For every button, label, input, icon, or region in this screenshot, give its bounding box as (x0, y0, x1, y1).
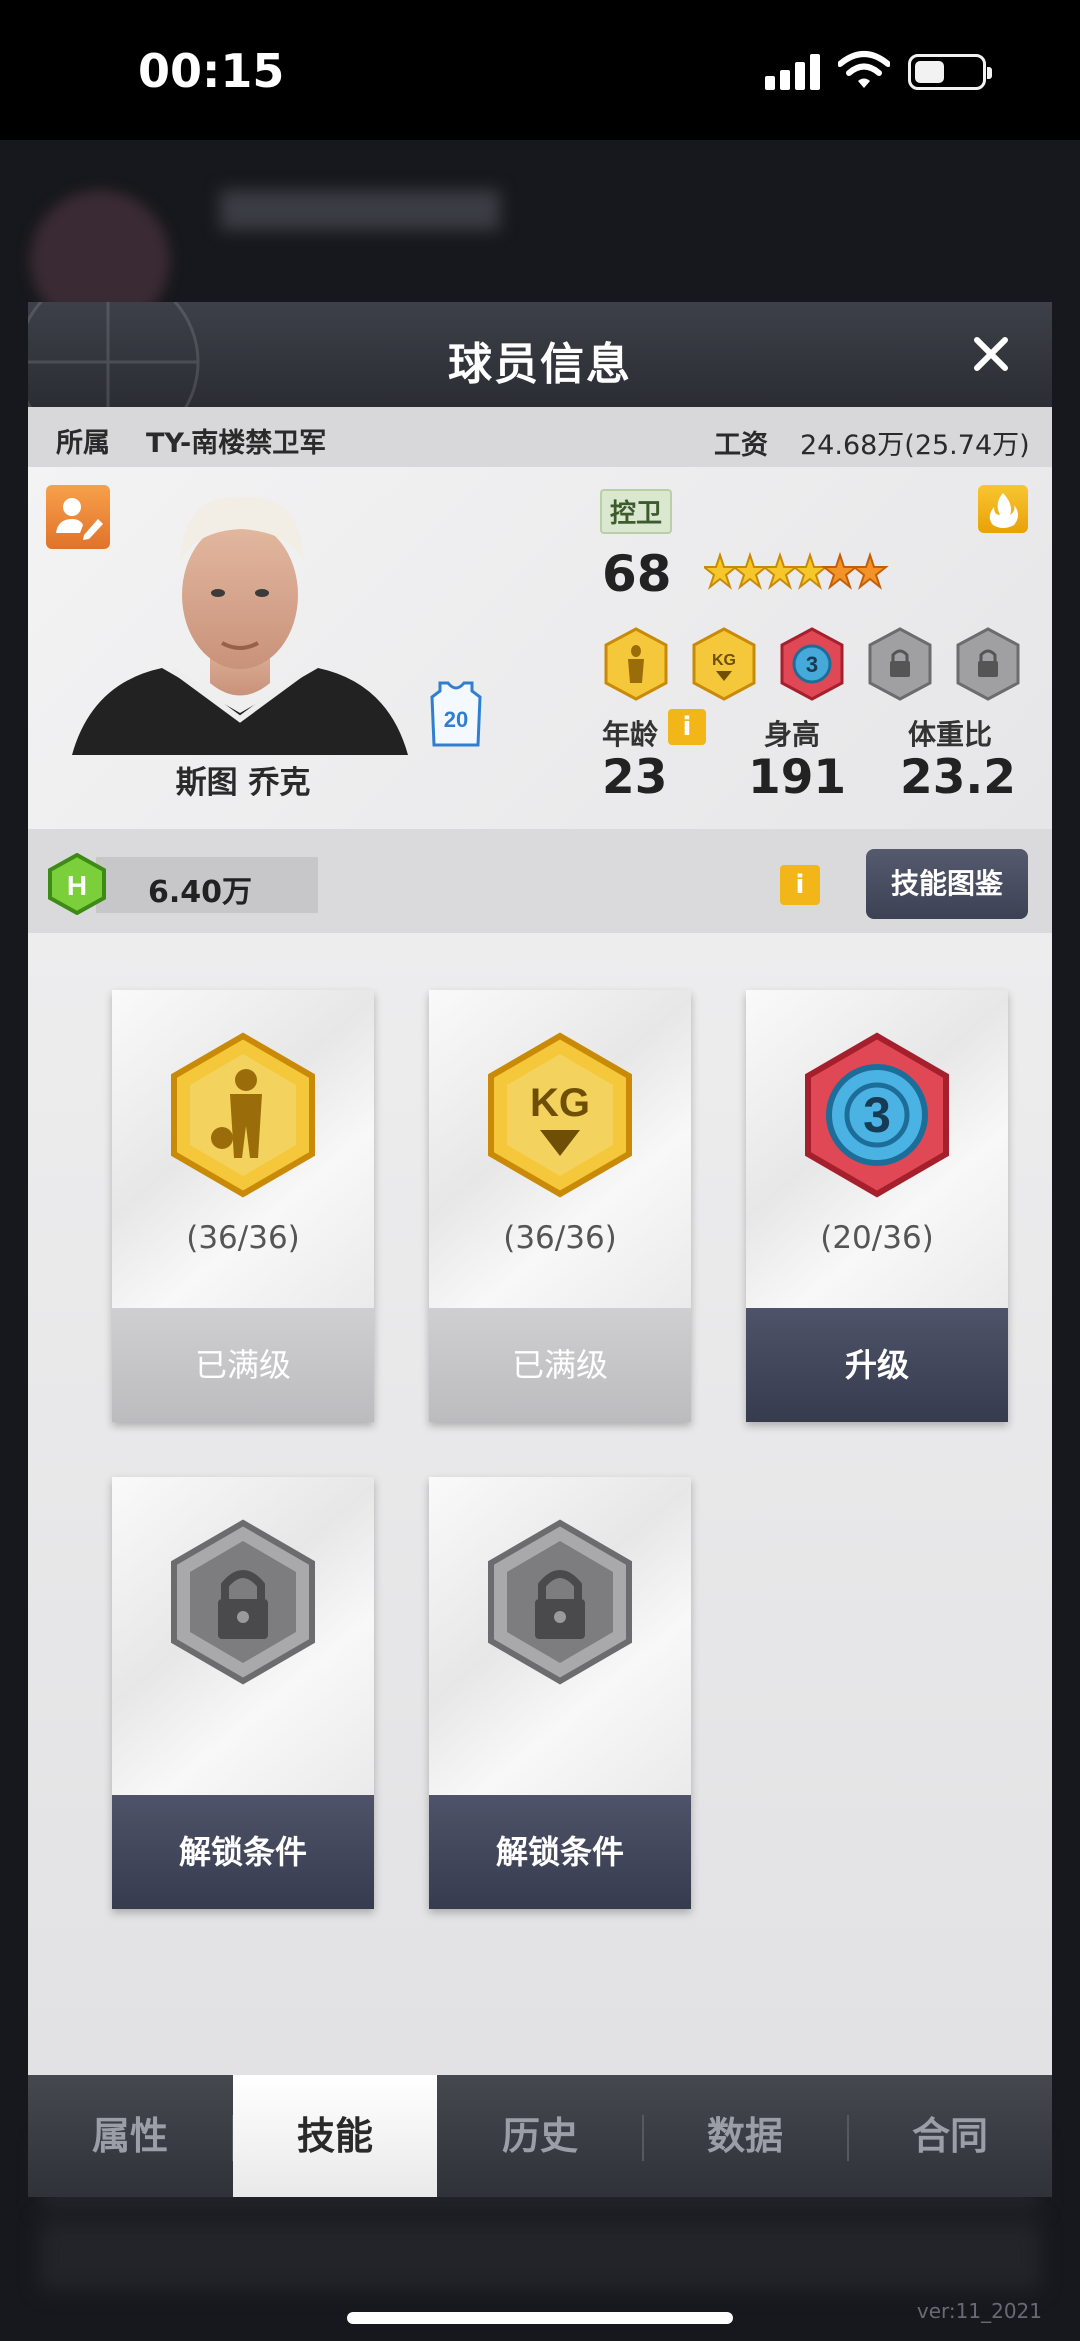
age-info-button[interactable]: i (668, 709, 706, 745)
skill-card: 解锁条件 (429, 1477, 691, 1909)
battery-level (915, 61, 944, 83)
age-label: 年龄 (602, 718, 659, 751)
skill-card: KG (36/36) 已满级 (429, 990, 691, 1422)
player-rating: 68 (602, 545, 672, 603)
weight-ratio-value: 23.2 (900, 750, 1016, 805)
basketball-player-skill-icon (171, 1032, 315, 1198)
skill-maxed-button: 已满级 (112, 1308, 374, 1422)
salary-value: 24.68万(25.74万) (800, 430, 1030, 461)
kg-skill-icon: KG (488, 1032, 632, 1198)
fire-icon (989, 493, 1018, 528)
upgrade-button[interactable]: 升级 (746, 1308, 1008, 1422)
svg-text:KG: KG (530, 1081, 590, 1125)
player-portrait (72, 496, 408, 755)
unlock-conditions-button[interactable]: 解锁条件 (112, 1795, 374, 1909)
star-icon (821, 551, 859, 590)
skill-badges-row: KG 3 (604, 627, 1020, 701)
status-bar: 00:15 (0, 0, 1080, 140)
team-name: TY-南楼禁卫军 (146, 428, 327, 459)
player-name: 斯图 乔克 (175, 765, 311, 801)
locked-skill-icon (488, 1519, 632, 1685)
svg-text:3: 3 (806, 652, 818, 677)
fire-badge[interactable] (978, 485, 1028, 533)
age-value: 23 (602, 750, 668, 805)
cellular-signal-icon (765, 54, 821, 90)
locked-skill-icon (171, 1519, 315, 1685)
weight-ratio-label: 体重比 (908, 718, 993, 751)
skill-card: 3 (20/36) 升级 (746, 990, 1008, 1422)
blurred-row (40, 2220, 1040, 2290)
tab-history[interactable]: 历史 (438, 2075, 642, 2197)
tab-bar: 属性 技能 历史 数据 合同 (28, 2075, 1052, 2197)
tab-data[interactable]: 数据 (643, 2075, 847, 2197)
height-label: 身高 (764, 718, 821, 751)
battery-icon (908, 54, 992, 90)
position-badge: 控卫 (600, 489, 673, 534)
skill-progress: (20/36) (820, 1220, 934, 1256)
svg-text:KG: KG (712, 652, 736, 669)
player-info-section: 20 斯图 乔克 控卫 68 KG 3 年龄 i 身高 体重比 23 191 2… (28, 467, 1052, 829)
skill-card: 解锁条件 (112, 1477, 374, 1909)
svg-text:3: 3 (863, 1087, 891, 1143)
skill-guide-button[interactable]: 技能图鉴 (866, 849, 1028, 919)
skills-grid: (36/36) 已满级 KG (36/36) 已满级 3 (20/36) 升级 (28, 933, 1052, 2075)
basketball-player-skill-icon (604, 627, 668, 701)
salary-label: 工资 (714, 430, 768, 461)
unlock-conditions-button[interactable]: 解锁条件 (429, 1795, 691, 1909)
jersey-icon: 20 (430, 681, 482, 747)
tab-attributes[interactable]: 属性 (28, 2075, 232, 2197)
three-point-skill-icon: 3 (805, 1032, 949, 1198)
star-icon (731, 551, 769, 590)
star-rating (704, 551, 889, 590)
dialog-title: 球员信息 (448, 339, 632, 390)
status-time: 00:15 (138, 44, 285, 98)
dialog-header: 球员信息 (28, 302, 1052, 407)
close-button[interactable] (963, 326, 1019, 382)
close-icon (974, 337, 1008, 371)
locked-skill-icon (868, 627, 932, 701)
locked-skill-icon (956, 627, 1020, 701)
wifi-icon (838, 51, 890, 88)
kg-skill-icon: KG (692, 627, 756, 701)
player-info-dialog: 球员信息 所属 TY-南楼禁卫军 工资 24.68万(25.74万) 20 斯图… (28, 302, 1052, 2197)
skill-progress: (36/36) (503, 1220, 617, 1256)
three-point-skill-icon: 3 (780, 627, 844, 701)
h-coin-icon: H (48, 853, 106, 915)
svg-text:H: H (67, 870, 87, 901)
tab-skills[interactable]: 技能 (233, 2075, 437, 2197)
skill-progress: (36/36) (186, 1220, 300, 1256)
star-icon (791, 551, 829, 590)
team-label: 所属 (56, 428, 110, 459)
star-icon (704, 551, 739, 590)
star-icon (851, 551, 889, 590)
blurred-title (220, 190, 500, 230)
height-value: 191 (748, 750, 847, 805)
skill-card: (36/36) 已满级 (112, 990, 374, 1422)
team-salary-bar: 所属 TY-南楼禁卫军 工资 24.68万(25.74万) (28, 407, 1052, 467)
tab-contract[interactable]: 合同 (848, 2075, 1052, 2197)
funds-info-button[interactable]: i (780, 865, 820, 905)
funds-bar: H 6.40万 i 技能图鉴 (28, 829, 1052, 933)
jersey-number: 20 (444, 707, 468, 732)
skill-maxed-button: 已满级 (429, 1308, 691, 1422)
version-label: ver:11_2021 (916, 2299, 1042, 2323)
home-indicator[interactable] (347, 2312, 733, 2324)
funds-value: 6.40万 (148, 875, 253, 910)
star-icon (761, 551, 799, 590)
